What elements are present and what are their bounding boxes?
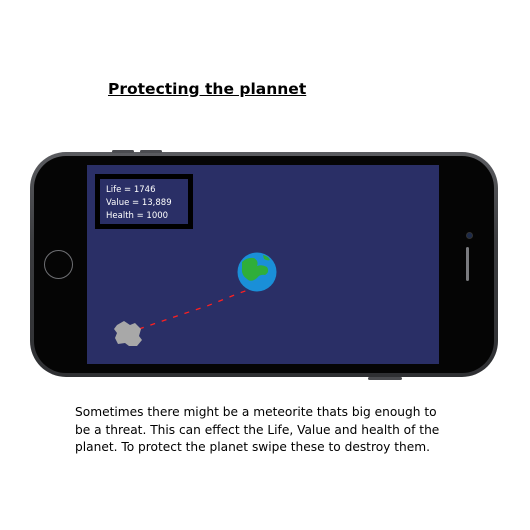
caption-line: be a threat. This can effect the Life, V… — [75, 422, 440, 437]
page-title: Protecting the plannet — [108, 80, 307, 98]
life-stat: Life = 1746 — [106, 185, 156, 195]
home-button[interactable] — [44, 250, 73, 279]
earpiece-speaker — [466, 247, 469, 281]
meteorite-icon[interactable] — [114, 321, 142, 346]
description-caption: Sometimes there might be a meteorite tha… — [75, 404, 455, 457]
caption-line: planet. To protect the planet swipe thes… — [75, 440, 430, 454]
power-button — [368, 377, 402, 380]
health-stat: Health = 1000 — [106, 211, 169, 221]
caption-line: Sometimes there might be a meteorite tha… — [75, 405, 437, 419]
meteorite-trajectory — [138, 282, 268, 330]
earth-planet-icon — [237, 252, 277, 292]
value-stat: Value = 13,889 — [106, 198, 172, 208]
game-screen[interactable]: Life = 1746 Value = 13,889 Health = 1000 — [87, 165, 439, 364]
volume-button — [112, 150, 134, 153]
front-camera — [466, 232, 473, 239]
volume-button — [140, 150, 162, 153]
stats-panel: Life = 1746 Value = 13,889 Health = 1000 — [95, 174, 193, 229]
stats-panel-inner: Life = 1746 Value = 13,889 Health = 1000 — [100, 179, 188, 224]
